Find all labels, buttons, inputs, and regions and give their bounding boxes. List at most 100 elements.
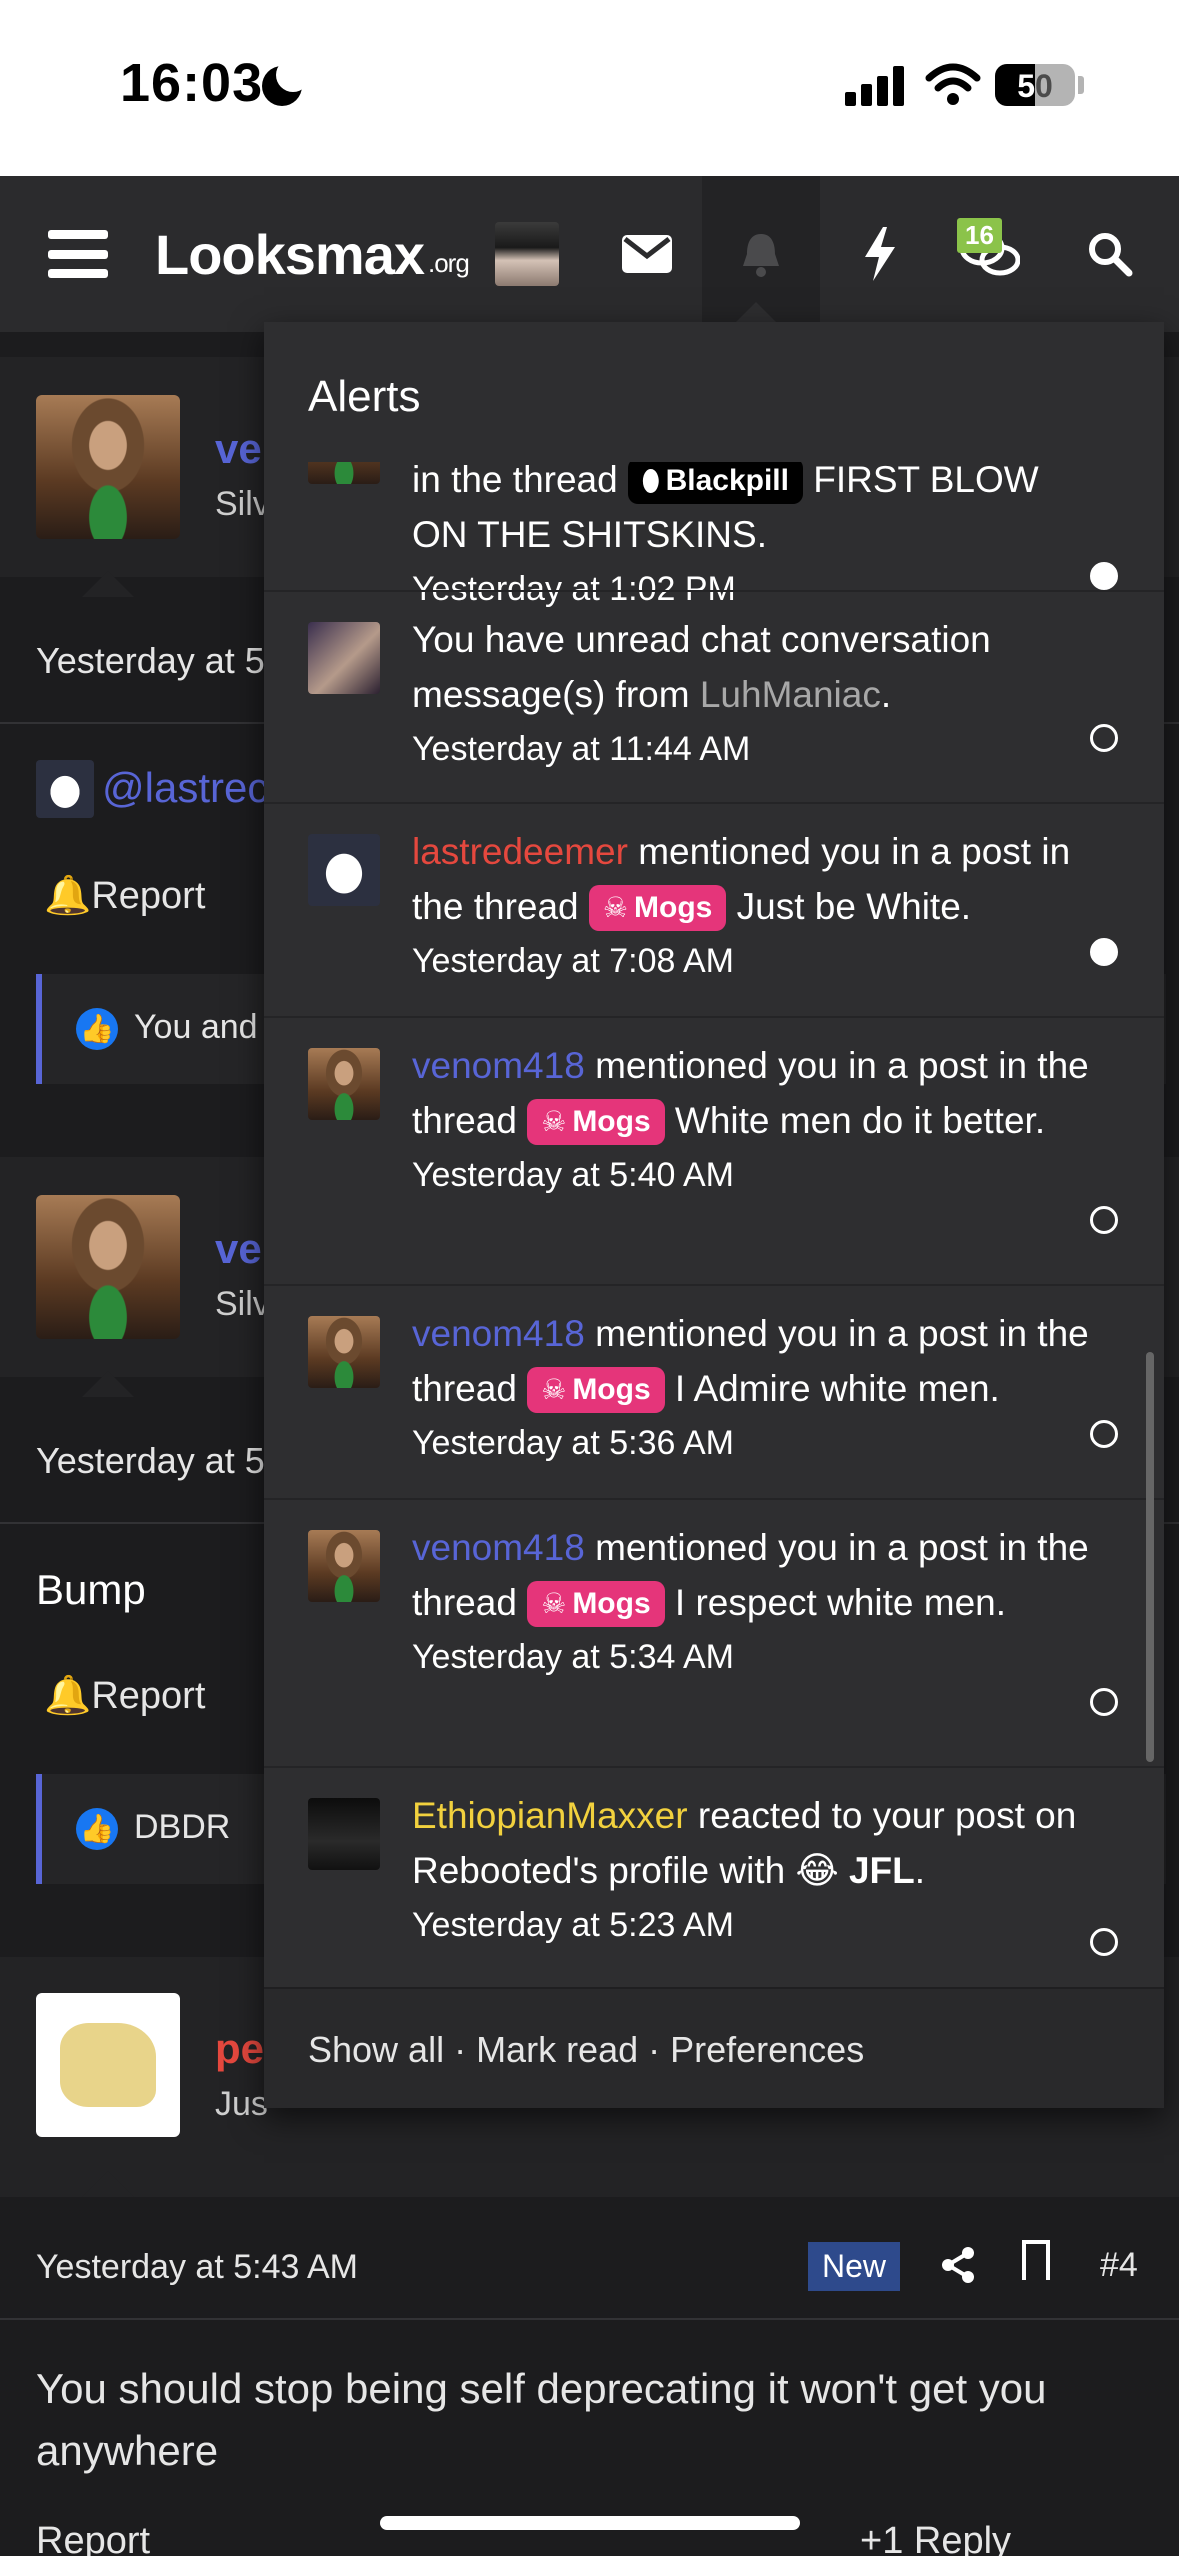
inbox-button[interactable] <box>612 176 682 332</box>
alert-text-rest: . <box>914 1850 926 1891</box>
thread-title-link[interactable]: White men do it better. <box>675 1100 1045 1141</box>
avatar <box>308 1048 380 1120</box>
bell-icon: 🔔 <box>44 1675 92 1717</box>
report-button[interactable]: Report <box>36 2520 150 2556</box>
thread-title-link[interactable]: I Admire white men. <box>675 1368 1000 1409</box>
skull-icon: ☠ <box>541 1588 567 1619</box>
read-dot[interactable] <box>1090 1928 1118 1956</box>
bell-icon: 🔔 <box>44 875 92 917</box>
avatar <box>308 834 380 906</box>
alert-username[interactable]: venom418 <box>412 1527 585 1568</box>
thread-prefix[interactable]: ☠ Mogs <box>527 1581 665 1627</box>
post-mention-link[interactable]: @lastrec <box>102 764 268 812</box>
search-button[interactable] <box>1075 176 1145 332</box>
post-date[interactable]: Yesterday at 5 <box>36 1440 265 1482</box>
post-number[interactable]: #4 <box>1100 2246 1138 2285</box>
whats-new-button[interactable] <box>845 176 915 332</box>
envelope-icon <box>622 235 672 273</box>
alert-item[interactable]: venom418 mentioned you in a post in the … <box>264 1284 1164 1498</box>
post-username[interactable]: ve <box>215 425 262 473</box>
read-dot[interactable] <box>1090 1206 1118 1234</box>
alerts-popup: Alerts in the thread ⬮ Blackpill FIRST BL… <box>264 322 1164 2108</box>
battery-level: 50 <box>1017 68 1053 104</box>
account-avatar-button[interactable] <box>495 176 559 332</box>
unread-dot[interactable] <box>1090 938 1118 966</box>
alert-time: Yesterday at 5:34 AM <box>412 1638 734 1676</box>
logo-text: Looksmax <box>155 222 425 286</box>
conversations-button[interactable] <box>950 176 1030 332</box>
reactions-text: DBDR <box>134 1808 231 1846</box>
alert-time: Yesterday at 5:36 AM <box>412 1424 734 1462</box>
alert-username[interactable]: lastredeemer <box>412 831 628 872</box>
thread-prefix[interactable]: ☠ Mogs <box>588 885 727 931</box>
thread-title-link[interactable]: Just be White. <box>737 886 971 927</box>
post-username[interactable]: pe <box>215 2025 264 2073</box>
avatar <box>308 1798 380 1870</box>
read-dot[interactable] <box>1090 1420 1118 1448</box>
skull-icon: ☠ <box>541 1106 567 1137</box>
share-icon[interactable] <box>940 2246 976 2294</box>
alerts-footer-links[interactable]: Show all · Mark read · Preferences <box>308 2029 864 2071</box>
wifi-icon <box>925 63 981 105</box>
read-dot[interactable] <box>1090 724 1118 752</box>
thread-title-link[interactable]: I respect white men. <box>675 1582 1006 1623</box>
alert-item[interactable]: lastredeemer mentioned you in a post in … <box>264 802 1164 1016</box>
alert-text: venom418 mentioned you in a post in the … <box>412 1038 1102 1203</box>
alert-username[interactable]: venom418 <box>412 1313 585 1354</box>
status-time: 16:03 <box>120 53 264 113</box>
reactions-text: You and <box>134 1008 258 1046</box>
alert-username[interactable]: EthiopianMaxxer <box>412 1795 688 1836</box>
post-pointer <box>82 571 134 597</box>
post-body: You should stop being self deprecating i… <box>36 2365 1047 2474</box>
alerts-scrollbar[interactable] <box>1146 1352 1154 1762</box>
post-pointer <box>82 2171 134 2197</box>
site-logo[interactable]: Looksmax .org <box>155 176 470 332</box>
read-dot[interactable] <box>1090 1688 1118 1716</box>
prefix-label: Mogs <box>572 1105 651 1138</box>
bookmark-icon[interactable] <box>1022 2240 1050 2280</box>
alert-item[interactable]: venom418 mentioned you in a post in the … <box>264 1498 1164 1766</box>
report-label: Report <box>91 875 206 917</box>
alert-item[interactable]: venom418 mentioned you in a post in the … <box>264 1016 1164 1284</box>
reaction-emoji-icon: 😂 <box>795 1850 839 1891</box>
alert-time: Yesterday at 5:23 AM <box>412 1906 734 1944</box>
top-nav: Looksmax .org <box>0 176 1179 332</box>
alert-text: EthiopianMaxxer reacted to your post on … <box>412 1788 1102 1953</box>
post-pointer <box>82 1371 134 1397</box>
alert-username[interactable]: venom418 <box>412 1045 585 1086</box>
menu-button[interactable] <box>40 176 116 332</box>
avatar[interactable] <box>36 1993 180 2137</box>
conversations-count-badge: 16 <box>957 218 1002 253</box>
post-date[interactable]: Yesterday at 5:43 AM <box>36 2248 358 2287</box>
post-user-title: Silv <box>215 1285 270 1323</box>
skull-icon: ☠ <box>541 1374 567 1405</box>
report-button[interactable]: 🔔Report <box>44 874 205 918</box>
avatar[interactable] <box>36 395 180 539</box>
battery-icon: 50 <box>995 64 1075 106</box>
avatar <box>308 1530 380 1602</box>
avatar <box>308 622 380 694</box>
post-user-title: Silv <box>215 485 270 523</box>
popup-caret <box>736 302 776 322</box>
alert-item[interactable]: in the thread ⬮ Blackpill FIRST BLOW ON T… <box>264 462 1164 608</box>
divider <box>0 2318 1179 2320</box>
post-body: Bump <box>36 1566 146 1613</box>
prefix-label: Mogs <box>572 1373 651 1406</box>
alert-item[interactable]: You have unread chat conversation messag… <box>264 590 1164 802</box>
avatar[interactable] <box>36 1195 180 1339</box>
post-actions[interactable]: +1 Reply <box>860 2520 1011 2556</box>
prefix-label: Mogs <box>634 891 713 924</box>
alert-time: Yesterday at 11:44 AM <box>412 730 751 768</box>
post-date[interactable]: Yesterday at 5 <box>36 640 265 682</box>
alert-username[interactable]: LuhManiac <box>700 674 881 715</box>
thread-prefix[interactable]: ☠ Mogs <box>527 1367 665 1413</box>
thread-prefix[interactable]: ☠ Mogs <box>527 1099 665 1145</box>
post-user-title: Jus <box>215 2085 268 2123</box>
unread-dot[interactable] <box>1090 562 1118 590</box>
report-label: Report <box>91 1675 206 1717</box>
alert-item[interactable]: EthiopianMaxxer reacted to your post on … <box>264 1766 1164 1987</box>
home-indicator <box>380 2516 800 2530</box>
report-button[interactable]: 🔔Report <box>44 1674 205 1718</box>
post-username[interactable]: ve <box>215 1225 262 1273</box>
thread-prefix[interactable]: ⬮ Blackpill <box>628 462 803 504</box>
